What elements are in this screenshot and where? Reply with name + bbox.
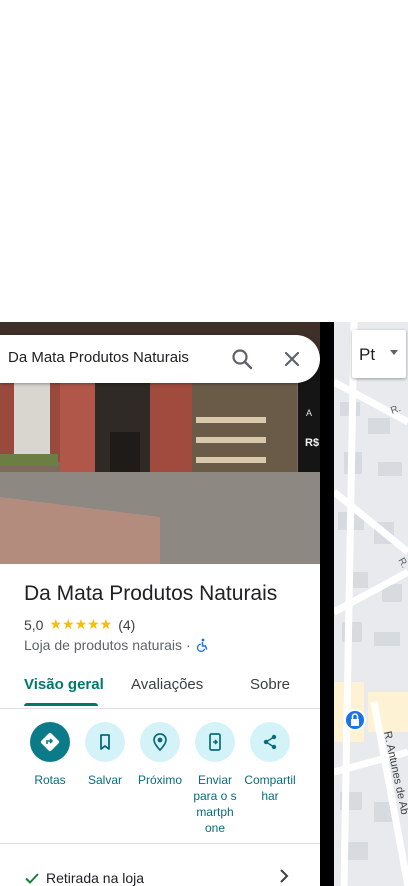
review-count[interactable]: (4) bbox=[118, 617, 135, 633]
search-button[interactable] bbox=[230, 347, 254, 371]
share-button[interactable]: Compartilhar bbox=[242, 722, 298, 804]
directions-button[interactable]: Rotas bbox=[22, 722, 78, 788]
category-separator: · bbox=[186, 637, 191, 653]
save-button[interactable]: Salvar bbox=[77, 722, 133, 788]
close-icon bbox=[284, 351, 300, 367]
tab-overview[interactable]: Visão geral bbox=[24, 676, 104, 693]
category-row: Loja de produtos naturais · bbox=[24, 637, 209, 653]
nearby-button[interactable]: Próximo bbox=[132, 722, 188, 788]
save-circle bbox=[85, 722, 125, 762]
map-layer-label: Pt bbox=[359, 345, 376, 364]
search-bar[interactable]: Da Mata Produtos Naturais bbox=[0, 335, 320, 383]
check-icon bbox=[25, 873, 39, 884]
place-title: Da Mata Produtos Naturais bbox=[24, 582, 278, 605]
save-label: Salvar bbox=[87, 773, 122, 787]
share-label: Compartilhar bbox=[244, 773, 296, 803]
service-option-row[interactable]: Retirada na loja bbox=[24, 870, 144, 886]
rating-value: 5,0 bbox=[24, 616, 44, 633]
share-circle bbox=[250, 722, 290, 762]
send-to-phone-icon bbox=[209, 733, 221, 751]
map-canvas: R. Antunes de Ab R. R. bbox=[334, 322, 408, 886]
sign-text: A bbox=[306, 408, 312, 418]
nearby-icon bbox=[153, 733, 167, 752]
search-icon bbox=[232, 349, 253, 370]
service-option-label: Retirada na loja bbox=[46, 870, 145, 886]
send-to-phone-button[interactable]: Enviar para o smartphone bbox=[187, 722, 243, 836]
directions-circle bbox=[30, 722, 70, 762]
tab-reviews[interactable]: Avaliações bbox=[131, 676, 203, 693]
search-input[interactable]: Da Mata Produtos Naturais bbox=[8, 349, 189, 366]
bookmark-icon bbox=[100, 734, 110, 750]
nearby-label: Próximo bbox=[137, 773, 182, 787]
directions-label: Rotas bbox=[34, 773, 66, 787]
nearby-circle bbox=[140, 722, 180, 762]
place-panel: Da Mata Produtos Naturais 5,0 ★★★★★ (4) … bbox=[0, 564, 320, 886]
active-tab-indicator bbox=[24, 703, 98, 706]
chevron-right-icon[interactable] bbox=[276, 866, 292, 886]
rating-row[interactable]: 5,0 ★★★★★ (4) bbox=[24, 616, 135, 633]
send-to-phone-circle bbox=[195, 722, 235, 762]
send-to-phone-label: Enviar para o smartphone bbox=[193, 773, 237, 835]
section-divider bbox=[0, 843, 320, 844]
place-category[interactable]: Loja de produtos naturais bbox=[24, 637, 182, 653]
directions-icon bbox=[40, 732, 60, 752]
tab-about[interactable]: Sobre bbox=[250, 676, 290, 693]
panel-separator bbox=[320, 322, 334, 886]
sign-price: R$ bbox=[305, 437, 319, 449]
wheelchair-accessible-icon bbox=[196, 638, 208, 652]
map-layer-button[interactable]: Pt bbox=[352, 330, 406, 378]
star-rating: ★★★★★ bbox=[49, 616, 113, 632]
map-view[interactable]: R. Antunes de Ab R. R. bbox=[334, 322, 408, 886]
caret-down-icon bbox=[390, 350, 398, 355]
close-button[interactable] bbox=[280, 347, 304, 371]
share-icon bbox=[263, 734, 277, 750]
